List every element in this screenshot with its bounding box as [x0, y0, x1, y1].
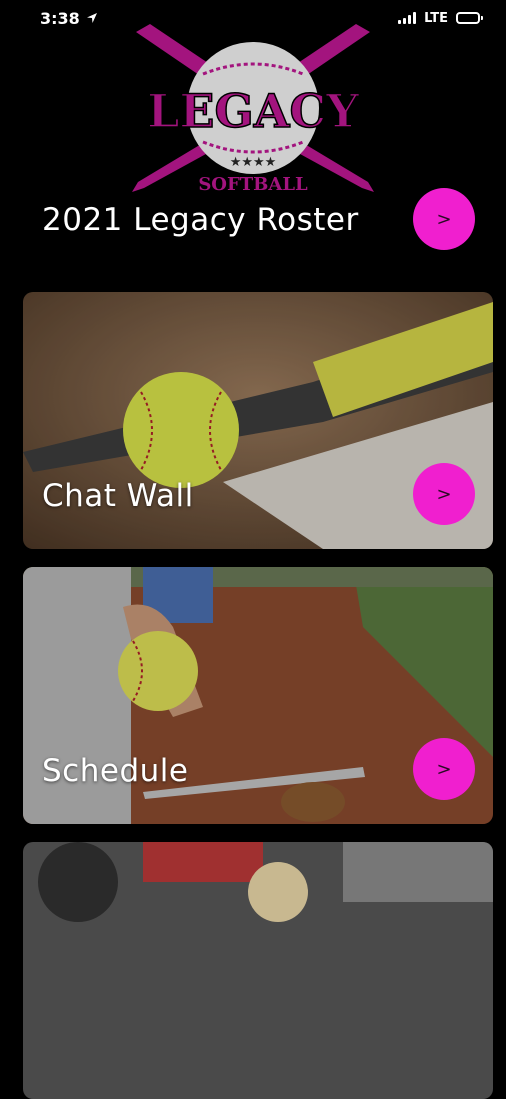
card-next[interactable]: [23, 842, 493, 1099]
battery-icon: [456, 12, 483, 24]
schedule-open-button[interactable]: >: [413, 738, 475, 800]
status-right: LTE: [398, 10, 483, 26]
status-left: 3:38: [40, 9, 98, 28]
roster-title: 2021 Legacy Roster: [42, 202, 359, 238]
roster-row[interactable]: 2021 Legacy Roster >: [0, 188, 506, 258]
signal-icon: [398, 12, 417, 24]
status-bar: 3:38 LTE: [0, 0, 506, 36]
card-label: Schedule: [42, 753, 189, 789]
status-time: 3:38: [40, 8, 80, 28]
location-arrow-icon: [86, 13, 97, 23]
network-label: LTE: [424, 10, 448, 26]
next-card-image: [23, 842, 493, 1099]
card-chat-wall[interactable]: Chat Wall >: [23, 292, 493, 549]
card-schedule[interactable]: Schedule >: [23, 567, 493, 824]
legacy-softball-logo: LEGACY ★★★★ SOFTBALL: [132, 24, 374, 195]
chat-wall-open-button[interactable]: >: [413, 463, 475, 525]
card-label: Chat Wall: [42, 478, 194, 514]
logo-stars: ★★★★: [230, 155, 277, 170]
roster-open-button[interactable]: >: [413, 188, 475, 250]
logo-text-main: LEGACY: [147, 84, 360, 138]
